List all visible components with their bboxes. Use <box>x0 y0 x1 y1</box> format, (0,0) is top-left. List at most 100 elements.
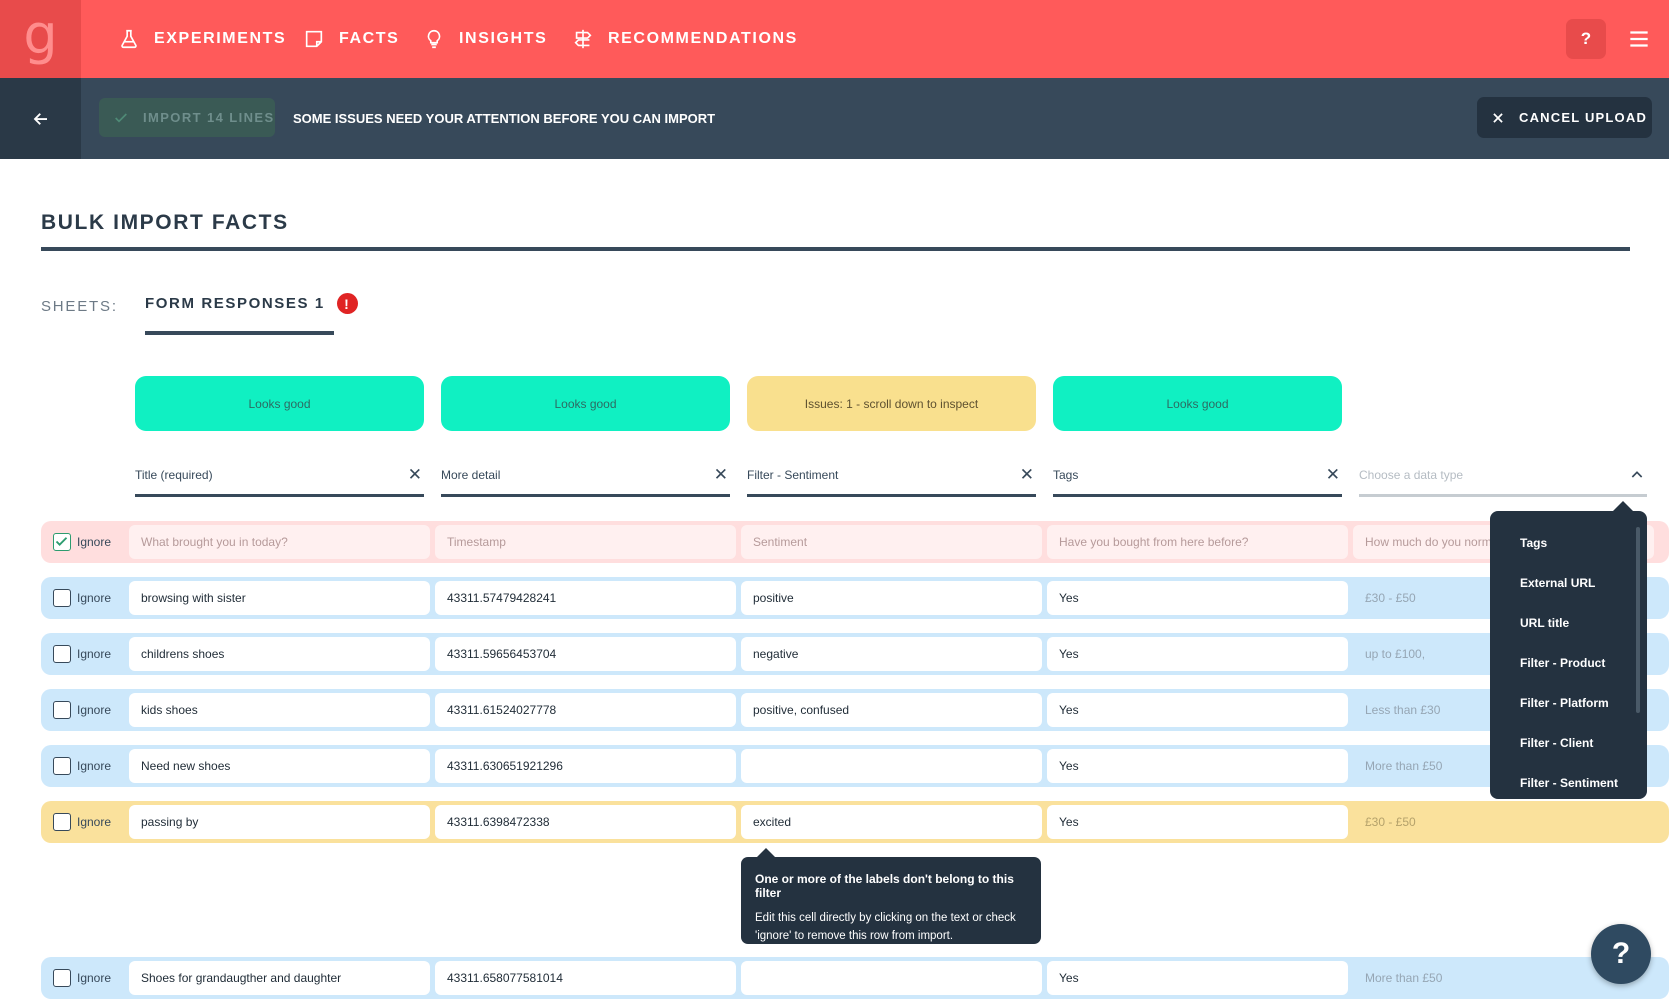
nav-experiments[interactable]: EXPERIMENTS <box>118 0 286 78</box>
help-chat-label: ? <box>1611 937 1631 970</box>
column-type-select-open[interactable]: Choose a data type <box>1359 455 1647 497</box>
table-cell[interactable]: positive, confused <box>741 693 1042 727</box>
app-logo[interactable]: g <box>0 0 81 78</box>
dropdown-option[interactable]: Filter - Product <box>1520 656 1605 670</box>
table-cell[interactable]: Shoes for grandaugther and daughter <box>129 961 430 995</box>
top-nav: g EXPERIMENTS FACTS INSIGHTS RECOMMENDAT… <box>0 0 1669 78</box>
ignore-label: Ignore <box>77 591 112 605</box>
sheets-label: SHEETS: <box>41 298 118 315</box>
table-cell[interactable]: 43311.658077581014 <box>435 961 736 995</box>
ignore-checkbox[interactable] <box>53 645 71 663</box>
table-cell[interactable] <box>741 961 1042 995</box>
column-type-select[interactable]: More detail ✕ <box>441 455 730 497</box>
table-cell[interactable]: browsing with sister <box>129 581 430 615</box>
table-row: Ignore Need new shoes 43311.630651921296… <box>41 745 1669 787</box>
ignore-label: Ignore <box>77 759 112 773</box>
ignore-label: Ignore <box>77 815 112 829</box>
column-type-select[interactable]: Tags ✕ <box>1053 455 1342 497</box>
tooltip-title: One or more of the labels don't belong t… <box>755 872 1014 900</box>
validation-tooltip: One or more of the labels don't belong t… <box>741 857 1041 944</box>
column-status-card: Looks good <box>1053 376 1342 431</box>
error-icon: ! <box>336 293 358 314</box>
title-divider <box>41 247 1630 251</box>
import-lines-label: IMPORT 14 LINES <box>143 110 275 125</box>
nav-facts[interactable]: FACTS <box>303 0 399 78</box>
table-cell[interactable]: 43311.6398472338 <box>435 805 736 839</box>
table-row-header: Ignore What brought you in today? Timest… <box>41 521 1669 563</box>
column-type-select[interactable]: Title (required) ✕ <box>135 455 424 497</box>
ignore-checkbox[interactable] <box>53 533 71 551</box>
dropdown-option[interactable]: Filter - Platform <box>1520 696 1609 710</box>
table-cell[interactable]: Sentiment <box>741 525 1042 559</box>
table-row: Ignore Shoes for grandaugther and daught… <box>41 957 1669 999</box>
table-cell[interactable]: 43311.61524027778 <box>435 693 736 727</box>
clear-icon[interactable]: ✕ <box>1020 465 1034 485</box>
table-cell[interactable]: Timestamp <box>435 525 736 559</box>
table-cell[interactable]: £30 - £50 <box>1353 805 1654 839</box>
help-button[interactable]: ? <box>1566 19 1606 59</box>
sheet-tab-underline <box>145 331 334 335</box>
flask-icon <box>121 29 137 49</box>
table-cell[interactable] <box>741 749 1042 783</box>
clear-icon[interactable]: ✕ <box>714 465 728 485</box>
ignore-label: Ignore <box>77 535 112 549</box>
chevron-up-icon[interactable] <box>1629 467 1645 483</box>
table-row: Ignore childrens shoes 43311.59656453704… <box>41 633 1669 675</box>
close-icon <box>1493 112 1503 123</box>
cancel-upload-button[interactable]: CANCEL UPLOAD <box>1477 97 1652 138</box>
column-type-placeholder: Choose a data type <box>1359 467 1464 482</box>
help-chat-button[interactable]: ? <box>1591 924 1651 984</box>
dropdown-option[interactable]: External URL <box>1520 576 1595 590</box>
table-cell[interactable]: kids shoes <box>129 693 430 727</box>
table-cell[interactable]: 43311.630651921296 <box>435 749 736 783</box>
table-cell[interactable]: positive <box>741 581 1042 615</box>
dropdown-option[interactable]: Filter - Sentiment <box>1520 776 1618 790</box>
logo-glyph: g <box>23 3 58 66</box>
hamburger-menu-icon[interactable] <box>1626 26 1652 52</box>
table-cell[interactable]: Yes <box>1047 749 1348 783</box>
import-lines-button[interactable]: IMPORT 14 LINES <box>99 98 275 137</box>
sheet-tab-form-responses[interactable]: FORM RESPONSES 1 ! <box>145 293 358 335</box>
nav-recommendations[interactable]: RECOMMENDATIONS <box>572 0 798 78</box>
ignore-label: Ignore <box>77 703 112 717</box>
dropdown-option[interactable]: Tags <box>1520 536 1547 550</box>
clear-icon[interactable]: ✕ <box>1326 465 1340 485</box>
column-type-label: Tags <box>1053 467 1079 482</box>
clear-icon[interactable]: ✕ <box>408 465 422 485</box>
table-cell[interactable]: 43311.57479428241 <box>435 581 736 615</box>
lightbulb-icon <box>427 29 441 49</box>
table-cell[interactable]: passing by <box>129 805 430 839</box>
ignore-checkbox[interactable] <box>53 589 71 607</box>
dropdown-option[interactable]: URL title <box>1520 616 1569 630</box>
dropdown-option[interactable]: Filter - Client <box>1520 736 1593 750</box>
ignore-checkbox[interactable] <box>53 757 71 775</box>
back-button[interactable] <box>0 78 81 159</box>
table-cell[interactable]: negative <box>741 637 1042 671</box>
column-status-card[interactable]: Issues: 1 - scroll down to inspect <box>747 376 1036 431</box>
table-cell[interactable]: childrens shoes <box>129 637 430 671</box>
ignore-checkbox[interactable] <box>53 813 71 831</box>
note-icon <box>305 30 323 48</box>
column-type-select[interactable]: Filter - Sentiment ✕ <box>747 455 1036 497</box>
table-cell-invalid[interactable]: excited <box>741 805 1042 839</box>
dropdown-scrollbar[interactable] <box>1636 527 1640 713</box>
table-cell[interactable]: 43311.59656453704 <box>435 637 736 671</box>
sheet-tab-label: FORM RESPONSES 1 <box>145 295 325 312</box>
table-cell[interactable]: Yes <box>1047 961 1348 995</box>
nav-insights[interactable]: INSIGHTS <box>423 0 547 78</box>
ignore-checkbox[interactable] <box>53 969 71 987</box>
table-cell[interactable]: What brought you in today? <box>129 525 430 559</box>
table-cell[interactable]: Have you bought from here before? <box>1047 525 1348 559</box>
table-cell[interactable]: Yes <box>1047 637 1348 671</box>
table-row: Ignore browsing with sister 43311.574794… <box>41 577 1669 619</box>
table-cell[interactable]: Yes <box>1047 805 1348 839</box>
nav-experiments-label: EXPERIMENTS <box>154 30 287 47</box>
signpost-icon <box>574 29 592 49</box>
table-row: Ignore kids shoes 43311.61524027778 posi… <box>41 689 1669 731</box>
table-cell[interactable]: Yes <box>1047 581 1348 615</box>
ignore-checkbox[interactable] <box>53 701 71 719</box>
table-cell[interactable]: Need new shoes <box>129 749 430 783</box>
table-cell[interactable]: Yes <box>1047 693 1348 727</box>
column-type-label: Title (required) <box>135 467 213 482</box>
import-issue-message: SOME ISSUES NEED YOUR ATTENTION BEFORE Y… <box>293 111 716 126</box>
